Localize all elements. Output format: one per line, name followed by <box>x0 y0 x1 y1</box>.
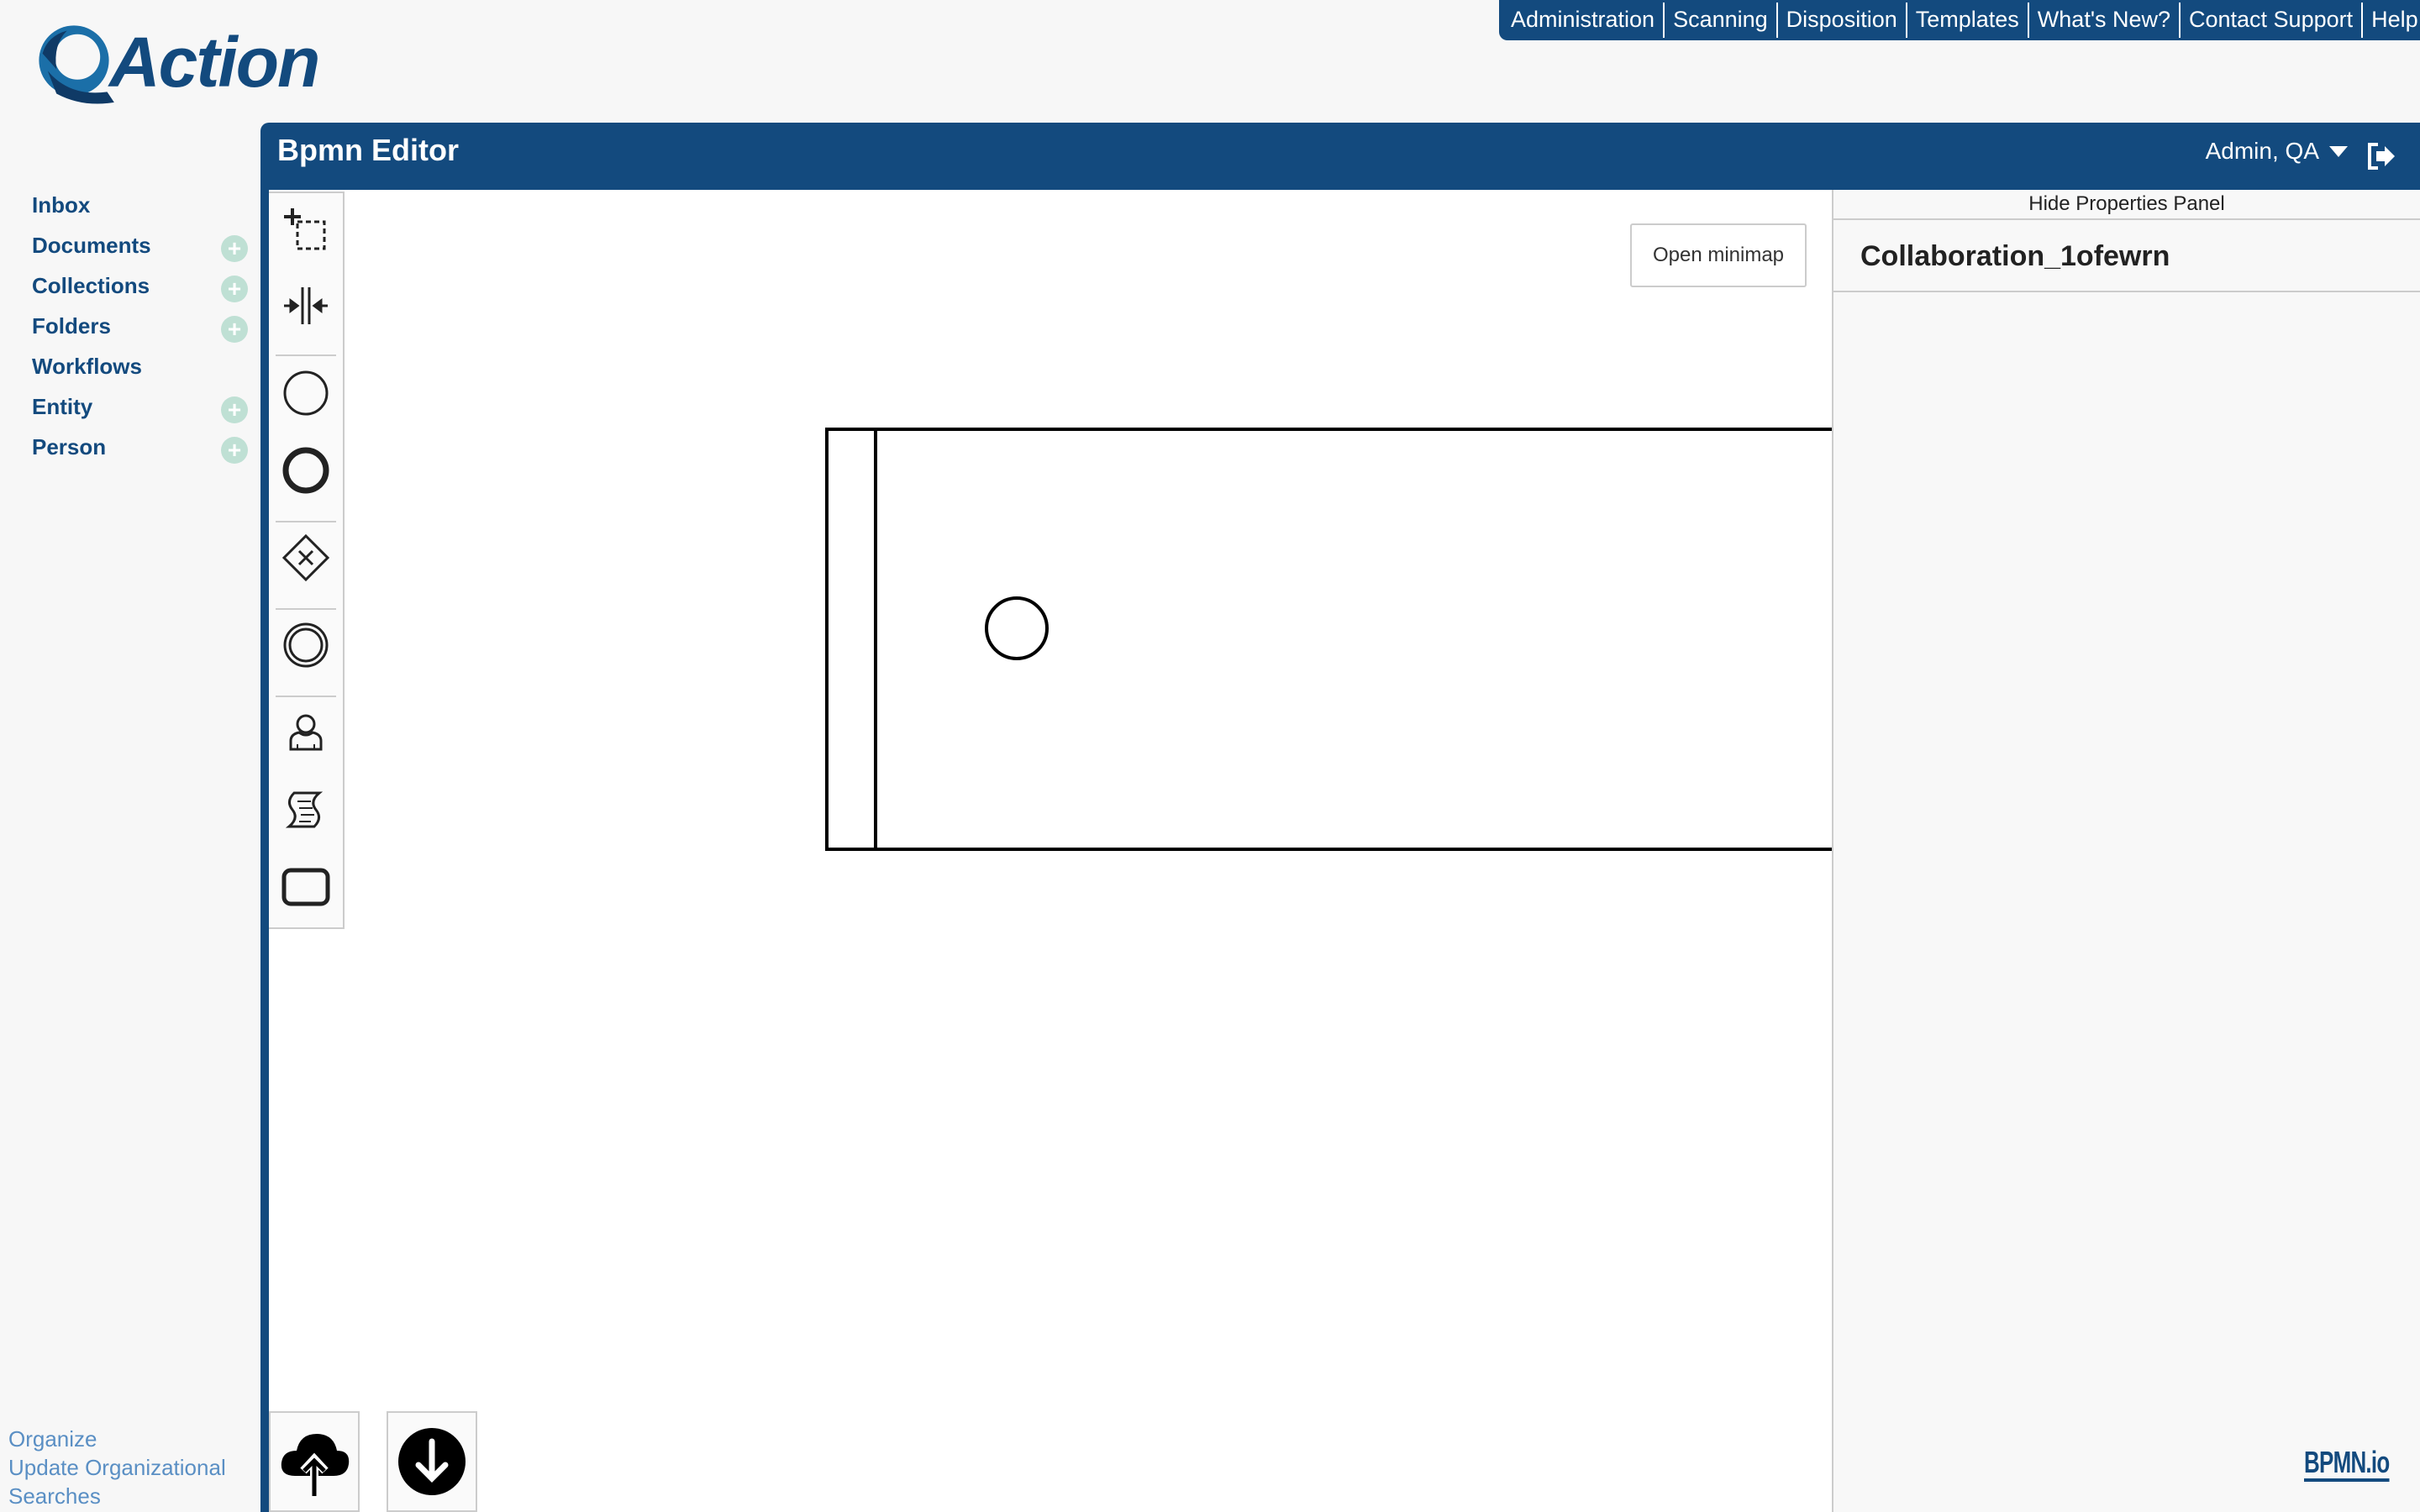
sidebar-item-workflows[interactable]: Workflows <box>0 346 260 386</box>
add-collection-icon[interactable]: + <box>221 276 248 302</box>
logout-icon[interactable] <box>2365 139 2398 173</box>
palette-separator <box>276 521 336 522</box>
sidebar-item-label: Inbox <box>32 192 91 218</box>
nav-contact-support[interactable]: Contact Support <box>2179 3 2361 38</box>
task-icon[interactable] <box>276 857 336 917</box>
diagram-canvas[interactable] <box>269 190 1832 1512</box>
user-task-icon[interactable] <box>276 702 336 763</box>
nav-help[interactable]: Help <box>2361 3 2420 38</box>
hide-properties-panel-button[interactable]: Hide Properties Panel <box>1833 190 2420 220</box>
link-searches[interactable]: Searches <box>8 1482 226 1510</box>
link-organize[interactable]: Organize <box>8 1425 226 1453</box>
pool-label-area[interactable] <box>829 431 877 848</box>
palette-separator <box>276 354 336 356</box>
sidebar-item-label: Person <box>32 433 107 459</box>
editor-frame <box>260 190 269 1512</box>
app-logo[interactable]: Action <box>30 18 320 106</box>
properties-element-id: Collaboration_1ofewrn <box>1833 220 2420 292</box>
lasso-tool-icon[interactable] <box>276 200 336 260</box>
cloud-upload-icon <box>281 1434 350 1496</box>
logo-wordmark: Action <box>109 22 320 102</box>
sidebar: Inbox Documents + Collections + Folders … <box>0 185 260 467</box>
nav-scanning[interactable]: Scanning <box>1663 3 1776 38</box>
bpmn-pool[interactable] <box>825 428 1832 851</box>
nav-disposition[interactable]: Disposition <box>1776 3 1906 38</box>
editor-header: Bpmn Editor Admin, QA <box>260 123 2420 190</box>
q-logo-icon <box>39 25 114 104</box>
download-icon <box>398 1428 466 1495</box>
download-button[interactable] <box>387 1411 477 1512</box>
start-event-icon[interactable] <box>276 363 336 423</box>
sidebar-item-documents[interactable]: Documents + <box>0 225 260 265</box>
intermediate-event-icon[interactable] <box>276 615 336 675</box>
nav-whats-new[interactable]: What's New? <box>2027 3 2179 38</box>
end-event-icon[interactable] <box>276 440 336 501</box>
sidebar-item-entity[interactable]: Entity + <box>0 386 260 427</box>
add-folder-icon[interactable]: + <box>221 316 248 343</box>
sidebar-item-person[interactable]: Person + <box>0 427 260 467</box>
sidebar-item-collections[interactable]: Collections + <box>0 265 260 306</box>
sidebar-item-inbox[interactable]: Inbox <box>0 185 260 225</box>
top-navigation: Administration Scanning Disposition Temp… <box>1499 0 2420 40</box>
user-name: Admin, QA <box>2205 138 2319 164</box>
bpmn-io-watermark[interactable]: BPMN.io <box>2304 1446 2390 1482</box>
gateway-icon[interactable] <box>276 528 336 588</box>
add-document-icon[interactable]: + <box>221 235 248 262</box>
page-title: Bpmn Editor <box>277 133 459 167</box>
sidebar-item-label: Entity <box>32 393 93 419</box>
open-minimap-button[interactable]: Open minimap <box>1630 223 1807 287</box>
nav-administration[interactable]: Administration <box>1502 3 1663 38</box>
sidebar-item-label: Folders <box>32 312 111 339</box>
sidebar-item-label: Workflows <box>32 353 142 379</box>
nav-templates[interactable]: Templates <box>1905 3 2028 38</box>
link-update-organizational[interactable]: Update Organizational <box>8 1453 226 1482</box>
bottom-links: Organize Update Organizational Searches <box>8 1425 226 1510</box>
bpmn-start-event[interactable] <box>985 596 1049 660</box>
sidebar-item-label: Collections <box>32 272 150 298</box>
properties-panel: Hide Properties Panel Collaboration_1ofe… <box>1832 190 2420 1512</box>
add-person-icon[interactable]: + <box>221 437 248 464</box>
tool-palette <box>269 192 345 929</box>
palette-separator <box>276 696 336 697</box>
sidebar-item-folders[interactable]: Folders + <box>0 306 260 346</box>
add-entity-icon[interactable]: + <box>221 396 248 423</box>
space-tool-icon[interactable] <box>276 276 336 336</box>
script-task-icon[interactable] <box>276 780 336 840</box>
palette-separator <box>276 608 336 610</box>
upload-button[interactable] <box>269 1411 360 1512</box>
sidebar-item-label: Documents <box>32 232 151 258</box>
user-menu[interactable]: Admin, QA <box>2206 138 2348 165</box>
chevron-down-icon <box>2329 145 2348 157</box>
